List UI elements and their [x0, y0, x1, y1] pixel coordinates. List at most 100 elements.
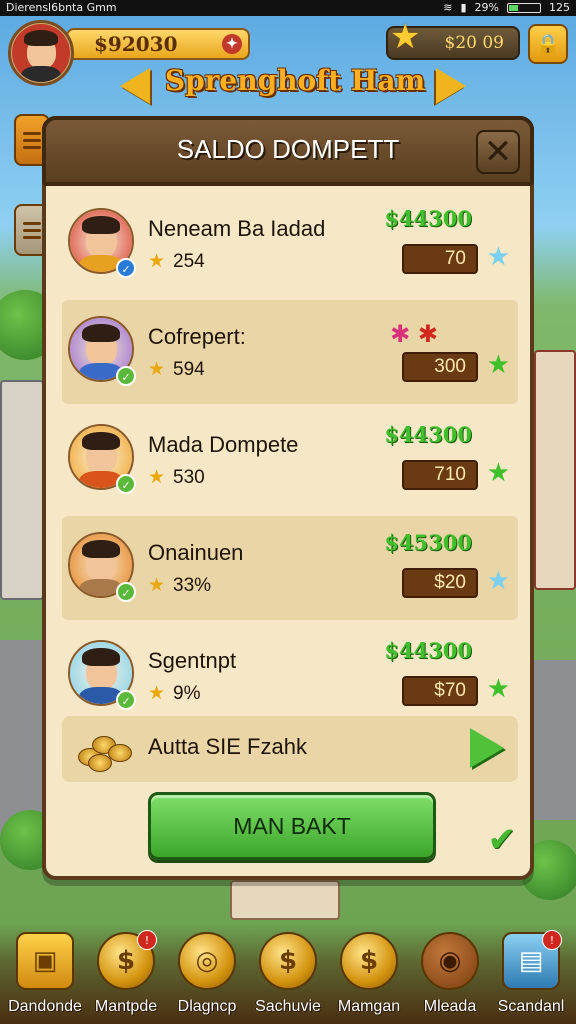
- player-avatar[interactable]: [8, 20, 74, 86]
- star-icon: ★: [390, 17, 421, 57]
- previous-arrow-button[interactable]: [120, 68, 150, 104]
- player-price: $45300: [384, 530, 472, 555]
- player-value: 300: [402, 352, 478, 382]
- next-arrow-button[interactable]: [436, 68, 466, 104]
- house-decoration: [0, 380, 44, 600]
- dollar-coin-icon: $: [340, 932, 398, 990]
- nav-item[interactable]: $ ! Mantpde: [87, 930, 165, 1024]
- favorite-star-icon[interactable]: ★: [487, 568, 510, 594]
- player-row[interactable]: ✓ Neneam Ba Iadad ★ 254 $44300 70 ★: [62, 192, 518, 296]
- nav-item[interactable]: $ Sachuvie: [249, 932, 327, 1024]
- player-row[interactable]: ✓ Cofrepert: ★ 594 ✱ ✱ 300 ★: [62, 300, 518, 404]
- house-decoration: [230, 880, 340, 920]
- player-price: $44300: [384, 206, 472, 231]
- star-icon: ★: [148, 359, 166, 380]
- bottom-nav: ▣ Dandonde $ ! Mantpde ◎ Dlagncp $ Sachu…: [0, 924, 576, 1024]
- coin-pile-icon: [78, 730, 138, 772]
- road-decoration: [534, 660, 576, 820]
- nav-item[interactable]: ◉ Mleada: [411, 932, 489, 1024]
- player-rating-value: 9%: [173, 683, 201, 704]
- status-carrier-text: Dierensl6bnta Gmm: [6, 1, 117, 14]
- player-rating: ★ 594: [148, 358, 205, 381]
- player-badge-icon: ✓: [116, 366, 136, 386]
- player-row[interactable]: ✓ Onainuen ★ 33% $45300 $20 ★: [62, 516, 518, 620]
- nav-item[interactable]: ▣ Dandonde: [6, 932, 84, 1024]
- battery-icon: [507, 3, 541, 13]
- lock-icon: 🔒: [535, 32, 561, 56]
- player-row[interactable]: ✓ Mada Dompete ★ 530 $44300 710 ★: [62, 408, 518, 512]
- game-title: Sprenghoft Ham: [164, 64, 426, 97]
- nav-label: Mleada: [423, 998, 477, 1015]
- player-badge-icon: ✓: [116, 690, 136, 710]
- player-name: Mada Dompete: [148, 432, 299, 457]
- player-rating-value: 254: [173, 251, 205, 272]
- coin-balance[interactable]: $92030 ✦: [66, 28, 250, 60]
- close-icon: ✕: [483, 132, 513, 172]
- lock-button[interactable]: 🔒: [528, 24, 568, 64]
- player-name: Neneam Ba Iadad: [148, 216, 326, 241]
- status-bar: Dierensl6bnta Gmm ≋ ▮ 29% 125: [0, 0, 576, 16]
- signal-icon: ▮: [460, 1, 467, 14]
- favorite-star-icon[interactable]: ★: [487, 244, 510, 270]
- nav-item[interactable]: $ Mamgan: [330, 932, 408, 1024]
- notification-badge: !: [137, 930, 157, 950]
- player-rating-value: 594: [173, 359, 205, 380]
- nav-item[interactable]: ▤ ! Scandanl: [492, 930, 570, 1024]
- player-name: Sgentnpt: [148, 648, 237, 673]
- favorite-star-icon[interactable]: ★: [487, 460, 510, 486]
- add-coins-icon[interactable]: ✦: [222, 34, 242, 54]
- nav-label: Scandanl: [497, 998, 565, 1015]
- player-value: $70: [402, 676, 478, 706]
- player-name: Cofrepert:: [148, 324, 246, 349]
- wifi-icon: ≋: [443, 1, 453, 14]
- treasure-chest-icon: ▣: [16, 932, 74, 990]
- wallet-panel: SALDO DOMPETT ✕ ✓ Neneam Ba Iadad ★ 254 $…: [42, 116, 534, 880]
- gem-balance[interactable]: ★ $20 09: [386, 20, 520, 60]
- close-button[interactable]: ✕: [476, 130, 520, 174]
- player-badge-icon: ✓: [116, 474, 136, 494]
- check-icon[interactable]: ✔: [488, 820, 517, 860]
- house-decoration: [534, 350, 576, 590]
- gem-icons: ✱ ✱: [390, 320, 438, 348]
- player-rating: ★ 530: [148, 466, 205, 489]
- notification-badge: !: [542, 930, 562, 950]
- player-name: Onainuen: [148, 540, 244, 565]
- main-action-button[interactable]: MAN BAKT: [148, 792, 436, 860]
- star-icon: ★: [148, 251, 166, 272]
- player-rating: ★ 33%: [148, 574, 211, 597]
- player-badge-icon: ✓: [116, 582, 136, 602]
- gem-balance-value: $20 09: [444, 33, 504, 53]
- favorite-star-icon[interactable]: ★: [487, 676, 510, 702]
- star-icon: ★: [148, 575, 166, 596]
- player-rating: ★ 254: [148, 250, 205, 273]
- nav-item[interactable]: ◎ Dlagncp: [168, 932, 246, 1024]
- dollar-coin-icon: $: [259, 932, 317, 990]
- star-icon: ★: [148, 467, 166, 488]
- player-list: ✓ Neneam Ba Iadad ★ 254 $44300 70 ★ ✓ Cof…: [62, 192, 518, 732]
- nav-label: Sachuvie: [255, 998, 321, 1015]
- bonus-label: Autta SIE Fzahk: [148, 734, 307, 759]
- panel-header: SALDO DOMPETT ✕: [42, 116, 534, 186]
- nav-label: Mamgan: [337, 998, 401, 1015]
- avatar-portrait: [12, 24, 70, 82]
- player-rating-value: 530: [173, 467, 205, 488]
- nav-label: Dlagncp: [177, 998, 237, 1015]
- favorite-star-icon[interactable]: ★: [487, 352, 510, 378]
- player-price: $44300: [384, 638, 472, 663]
- panel-title: SALDO DOMPETT: [176, 134, 400, 164]
- player-rating-value: 33%: [173, 575, 212, 596]
- player-row[interactable]: ✓ Sgentnpt ★ 9% $44300 $70 ★: [62, 624, 518, 728]
- player-price: $44300: [384, 422, 472, 447]
- coin-balance-value: $92030: [94, 32, 178, 56]
- clock: 125: [549, 1, 570, 14]
- player-badge-icon: ✓: [116, 258, 136, 278]
- play-arrow-icon[interactable]: [470, 728, 504, 768]
- player-rating: ★ 9%: [148, 682, 201, 705]
- barrel-icon: ◉: [421, 932, 479, 990]
- player-value: 710: [402, 460, 478, 490]
- player-value: 70: [402, 244, 478, 274]
- bonus-row[interactable]: Autta SIE Fzahk: [62, 716, 518, 782]
- player-value: $20: [402, 568, 478, 598]
- battery-percent: 29%: [474, 1, 499, 14]
- nav-label: Mantpde: [94, 998, 158, 1015]
